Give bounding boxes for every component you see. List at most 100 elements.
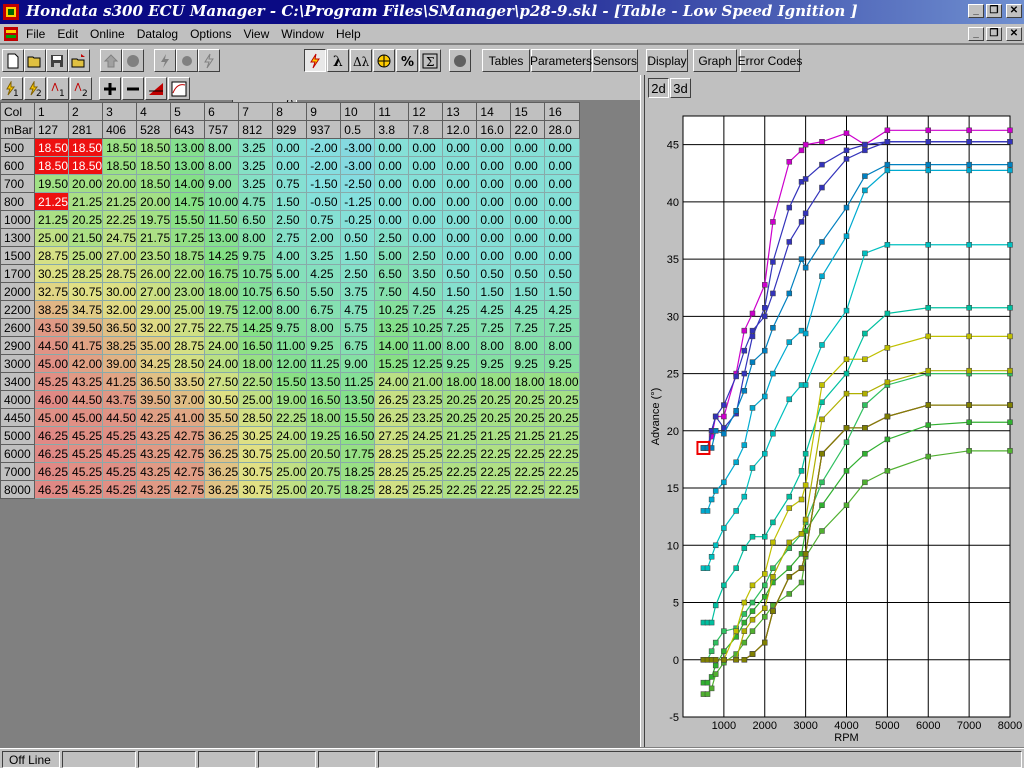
table-cell[interactable]: 3.25 [238, 156, 274, 175]
ignition-map-2-icon[interactable]: 2 [24, 77, 46, 100]
table-cell[interactable]: 7.25 [442, 318, 478, 337]
table-cell[interactable]: 0.00 [408, 156, 444, 175]
table-cell[interactable]: 11.00 [272, 336, 308, 355]
table-cell[interactable]: 42.75 [170, 426, 206, 445]
column-header[interactable]: 4 [136, 102, 172, 121]
table-cell[interactable]: 17.75 [340, 444, 376, 463]
table-cell[interactable]: 8.00 [204, 138, 240, 157]
table-cell[interactable]: 46.00 [33, 390, 70, 409]
table-cell[interactable]: 45.25 [33, 372, 70, 391]
table-cell[interactable]: 41.75 [68, 336, 104, 355]
rpm-row-header[interactable]: 4450 [0, 408, 35, 427]
table-cell[interactable]: 18.00 [544, 372, 580, 391]
load-header[interactable]: 406 [102, 120, 138, 139]
table-cell[interactable]: 1.50 [272, 192, 308, 211]
table-cell[interactable]: 0.00 [510, 210, 546, 229]
table-cell[interactable]: 20.25 [68, 210, 104, 229]
table-cell[interactable]: 21.25 [510, 426, 546, 445]
table-cell[interactable]: 11.25 [306, 354, 342, 373]
table-cell[interactable]: 41.00 [170, 408, 206, 427]
table-cell[interactable]: 22.50 [238, 372, 274, 391]
table-cell[interactable]: 6.50 [272, 282, 308, 301]
child-close-button[interactable]: ✕ [1006, 27, 1022, 41]
rpm-row-header[interactable]: 6000 [0, 444, 35, 463]
table-cell[interactable]: 45.00 [68, 408, 104, 427]
table-cell[interactable]: 25.25 [408, 444, 444, 463]
table-cell[interactable]: 21.25 [102, 192, 138, 211]
table-cell[interactable]: 22.25 [544, 480, 580, 499]
table-cell[interactable]: 18.75 [170, 246, 206, 265]
table-cell[interactable]: 44.50 [33, 336, 70, 355]
percent-icon[interactable]: % [396, 49, 418, 72]
table-cell[interactable]: 13.00 [170, 138, 206, 157]
rpm-row-header[interactable]: 500 [0, 138, 35, 157]
table-cell[interactable]: 18.50 [68, 156, 104, 175]
table-cell[interactable]: 9.75 [238, 246, 274, 265]
table-cell[interactable]: 23.50 [136, 246, 172, 265]
rpm-row-header[interactable]: 1300 [0, 228, 35, 247]
table-cell[interactable]: 4.75 [340, 300, 376, 319]
table-cell[interactable]: 30.00 [102, 282, 138, 301]
table-cell[interactable]: 0.00 [544, 174, 580, 193]
table-cell[interactable]: 0.00 [442, 192, 478, 211]
table-cell[interactable]: 18.50 [68, 138, 104, 157]
table-cell[interactable]: 20.25 [544, 390, 580, 409]
table-cell[interactable]: 0.00 [408, 192, 444, 211]
table-cell[interactable]: 35.00 [136, 336, 172, 355]
table-cell[interactable]: 1.50 [544, 282, 580, 301]
table-cell[interactable]: 43.25 [136, 426, 172, 445]
table-cell[interactable]: 0.00 [510, 192, 546, 211]
table-cell[interactable]: 16.75 [204, 264, 240, 283]
table-cell[interactable]: 25.00 [272, 480, 308, 499]
sigma-icon[interactable]: Σ [419, 49, 441, 72]
table-cell[interactable]: 7.25 [408, 300, 444, 319]
table-cell[interactable]: 0.50 [476, 264, 512, 283]
table-cell[interactable]: 36.25 [204, 462, 240, 481]
table-cell[interactable]: 0.00 [544, 246, 580, 265]
table-cell[interactable]: 20.25 [510, 408, 546, 427]
table-cell[interactable]: 24.25 [408, 426, 444, 445]
table-cell[interactable]: 43.25 [136, 462, 172, 481]
table-cell[interactable]: 0.00 [510, 246, 546, 265]
table-cell[interactable]: 45.25 [102, 480, 138, 499]
table-cell[interactable]: 14.75 [170, 192, 206, 211]
table-cell[interactable]: 18.50 [33, 156, 70, 175]
table-cell[interactable]: 13.50 [306, 372, 342, 391]
table-cell[interactable]: 42.00 [68, 354, 104, 373]
table-cell[interactable]: 10.25 [408, 318, 444, 337]
table-cell[interactable]: 22.25 [510, 444, 546, 463]
table-cell[interactable]: 0.00 [476, 192, 512, 211]
table-cell[interactable]: 25.00 [170, 300, 206, 319]
table-cell[interactable]: 27.75 [170, 318, 206, 337]
table-cell[interactable]: 0.00 [374, 210, 410, 229]
table-cell[interactable]: 0.00 [442, 174, 478, 193]
table-cell[interactable]: 5.75 [340, 318, 376, 337]
col-header-label[interactable]: Col [0, 102, 35, 121]
table-cell[interactable]: 2.50 [340, 264, 376, 283]
plus-icon[interactable] [99, 77, 121, 100]
tab-2d[interactable]: 2d [648, 78, 669, 98]
table-cell[interactable]: 14.00 [170, 174, 206, 193]
table-cell[interactable]: 20.75 [306, 462, 342, 481]
table-cell[interactable]: 43.25 [136, 480, 172, 499]
rpm-row-header[interactable]: 7000 [0, 462, 35, 481]
load-header[interactable]: 643 [170, 120, 206, 139]
table-cell[interactable]: 13.25 [374, 318, 410, 337]
load-header[interactable]: 22.0 [510, 120, 546, 139]
table-cell[interactable]: 15.50 [272, 372, 308, 391]
table-cell[interactable]: 39.00 [102, 354, 138, 373]
table-cell[interactable]: 8.00 [204, 156, 240, 175]
load-header[interactable]: 929 [272, 120, 308, 139]
load-header[interactable]: 281 [68, 120, 104, 139]
table-cell[interactable]: 23.25 [408, 408, 444, 427]
table-cell[interactable]: 22.25 [510, 462, 546, 481]
stop-icon[interactable] [449, 49, 471, 72]
ignition-icon[interactable] [154, 49, 176, 72]
table-cell[interactable]: 25.00 [68, 246, 104, 265]
table-cell[interactable]: 44.50 [68, 390, 104, 409]
table-cell[interactable]: 24.00 [374, 372, 410, 391]
table-cell[interactable]: 6.50 [238, 210, 274, 229]
table-cell[interactable]: 28.25 [374, 462, 410, 481]
table-cell[interactable]: 25.00 [238, 390, 274, 409]
child-minimize-button[interactable]: _ [968, 27, 984, 41]
